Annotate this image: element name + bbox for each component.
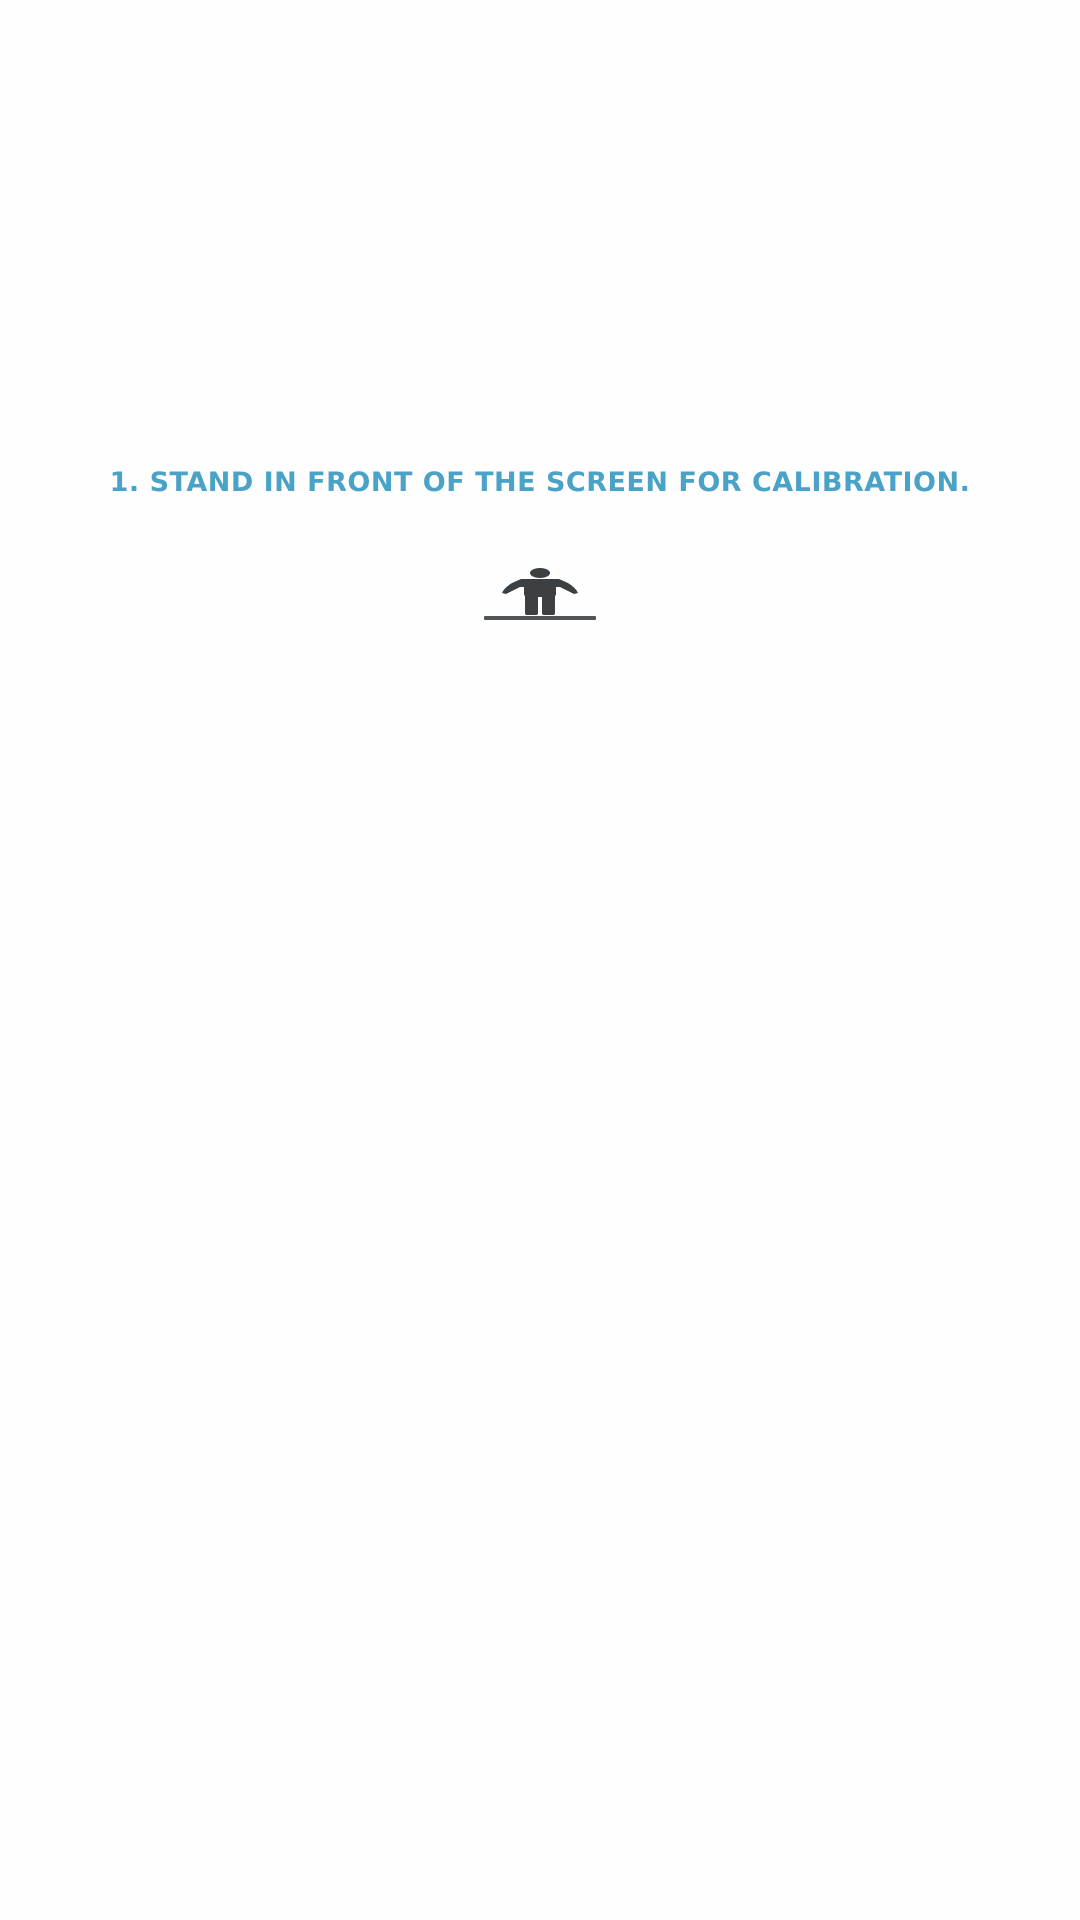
person-torso	[524, 579, 556, 597]
floor-line	[484, 616, 596, 620]
person-head	[530, 568, 550, 578]
standing-person-icon	[484, 566, 596, 620]
person-right-leg	[542, 595, 555, 615]
calibration-instruction: 1. Stand in front of the screen for cali…	[109, 467, 971, 498]
calibration-screen: { "calibration": { "instruction": "1. St…	[0, 0, 1080, 1920]
person-left-leg	[525, 595, 538, 615]
